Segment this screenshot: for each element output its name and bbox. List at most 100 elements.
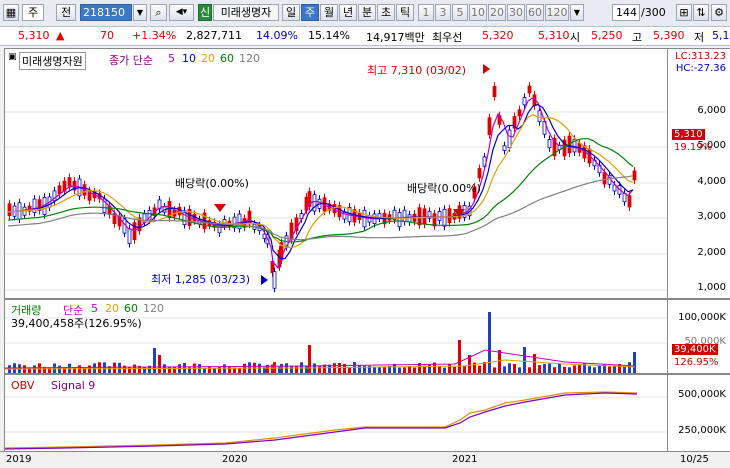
settings-icon[interactable]: ⚙ — [711, 4, 727, 21]
minute-option-5[interactable]: 5 — [452, 4, 468, 21]
obv-ytick-500000k: 500,000K — [678, 389, 726, 400]
ma-60-line — [7, 138, 634, 243]
volume-bar — [280, 363, 283, 373]
volume-ma-20-label: 20 — [105, 302, 119, 315]
minute-option-120[interactable]: 120 — [545, 4, 569, 21]
volume-bar — [503, 366, 506, 373]
chart-settings-icon[interactable]: ▦ — [3, 4, 19, 21]
candle-body — [522, 97, 527, 106]
volume-chart-panel[interactable]: 거래량 단순 5 20 60 120 39,400,458주(126.95%) — [4, 299, 668, 374]
volume-bar — [463, 365, 466, 373]
volume-bar — [98, 362, 101, 373]
candle-body — [477, 168, 482, 179]
candle-body — [447, 208, 452, 224]
candle-body — [397, 212, 402, 228]
volume-bar — [558, 363, 561, 373]
minute-option-10[interactable]: 10 — [469, 4, 487, 21]
obv-chart-panel[interactable]: OBV Signal 9 — [4, 374, 668, 452]
volume-bar — [428, 364, 431, 373]
ask-price: 5,320 — [482, 29, 514, 42]
minute-option-60[interactable]: 60 — [526, 4, 544, 21]
ma-5-label: 5 — [168, 52, 175, 65]
search-icon[interactable]: ⌕ — [150, 4, 167, 21]
up-arrow-icon: ▲ — [56, 29, 65, 42]
speaker-icon[interactable]: ◀▾ — [169, 4, 194, 21]
minute-option-30[interactable]: 30 — [507, 4, 525, 21]
quote-bar: 5,310 ▲ 70 +1.34% 2,827,711 14.09% 15.14… — [0, 27, 730, 46]
minute-dropdown-icon[interactable]: ▼ — [570, 4, 584, 21]
volume-bar — [393, 363, 396, 373]
minute-option-20[interactable]: 20 — [488, 4, 506, 21]
volume-bar — [168, 366, 171, 373]
volume-bar — [290, 365, 293, 373]
market-select[interactable]: 주 — [22, 4, 44, 21]
minute-option-1[interactable]: 1 — [418, 4, 434, 21]
minute-option-3[interactable]: 3 — [435, 4, 451, 21]
period-month[interactable]: 월 — [320, 4, 338, 21]
price-y-axis: LC:313.23 HC:-27.36 6,000 5,000 4,000 3,… — [668, 48, 730, 299]
dividend-annotation-1: 배당락(0.00%) — [175, 177, 249, 190]
period-second[interactable]: 초 — [377, 4, 395, 21]
volume-bar — [518, 367, 521, 373]
volume-bar — [568, 367, 571, 373]
ytick-3000: 3,000 — [697, 211, 726, 222]
volume-bar — [628, 362, 631, 373]
code-dropdown-icon[interactable]: ▼ — [133, 4, 147, 21]
volume-bar — [623, 366, 626, 373]
volume-bar — [438, 366, 441, 373]
volume-bar — [313, 363, 316, 373]
ratio-pct: 15.14% — [308, 29, 350, 42]
price-chart-panel[interactable]: ▣ 미래생명자원 종가 단순 5 10 20 60 120 최고 7,310 (… — [4, 48, 668, 299]
volume-bar — [258, 363, 261, 373]
xtick-2021: 2021 — [452, 454, 478, 465]
period-year[interactable]: 년 — [339, 4, 357, 21]
volume-bar — [178, 364, 181, 373]
volume-bar — [243, 363, 246, 373]
price-change-pct: +1.34% — [132, 29, 177, 42]
volume-bar — [513, 364, 516, 373]
candle-body — [432, 213, 437, 227]
candle-body — [57, 185, 62, 195]
dividend-annotation-2: 배당락(0.00%) — [407, 182, 481, 195]
ma-20-label: 20 — [201, 52, 215, 65]
stock-code-input[interactable]: 218150 — [80, 4, 132, 21]
period-minute[interactable]: 분 — [358, 4, 376, 21]
candle-body — [507, 129, 512, 149]
high-annotation: 최고 7,310 (03/02) — [367, 64, 467, 77]
candle-body — [547, 139, 552, 149]
volume-bar — [453, 366, 456, 373]
volume-bar — [498, 350, 501, 373]
xtick-2019: 2019 — [6, 454, 32, 465]
hc-label: HC:-27.36 — [675, 63, 726, 74]
period-tick[interactable]: 틱 — [396, 4, 414, 21]
volume-bar — [228, 366, 231, 373]
view-all-button[interactable]: 전 — [56, 4, 76, 21]
ma-20-line — [7, 114, 634, 249]
time-axis: 2019 2020 2021 10/25 — [0, 451, 730, 468]
period-day[interactable]: 일 — [282, 4, 300, 21]
price-pct-tag: 19.19% — [674, 142, 713, 153]
low-price: 5,1 — [712, 29, 730, 42]
volume-bar — [553, 367, 556, 373]
volume-bar — [305, 366, 308, 373]
candle-body — [67, 177, 72, 187]
candle-body — [402, 209, 407, 223]
volume-bar — [318, 365, 321, 373]
volume-bar — [483, 362, 486, 373]
volume-ma-120-label: 120 — [143, 302, 164, 315]
period-week[interactable]: 주 — [301, 4, 319, 21]
grid-icon[interactable]: ⊞ — [676, 4, 692, 21]
tool-icon[interactable]: ⇅ — [693, 4, 709, 21]
volume-ma-60-label: 60 — [124, 302, 138, 315]
volume-bar — [295, 366, 298, 373]
volume-bar — [493, 367, 496, 373]
current-price: 5,310 — [18, 29, 50, 42]
high-price: 5,390 — [653, 29, 685, 42]
ytick-6000: 6,000 — [697, 105, 726, 116]
volume-bar — [358, 365, 361, 373]
candle-body — [312, 194, 317, 212]
count-input[interactable]: 144 — [612, 4, 640, 21]
volume-bar — [285, 363, 288, 373]
open-price: 5,250 — [591, 29, 623, 42]
volume-bar — [378, 367, 381, 373]
